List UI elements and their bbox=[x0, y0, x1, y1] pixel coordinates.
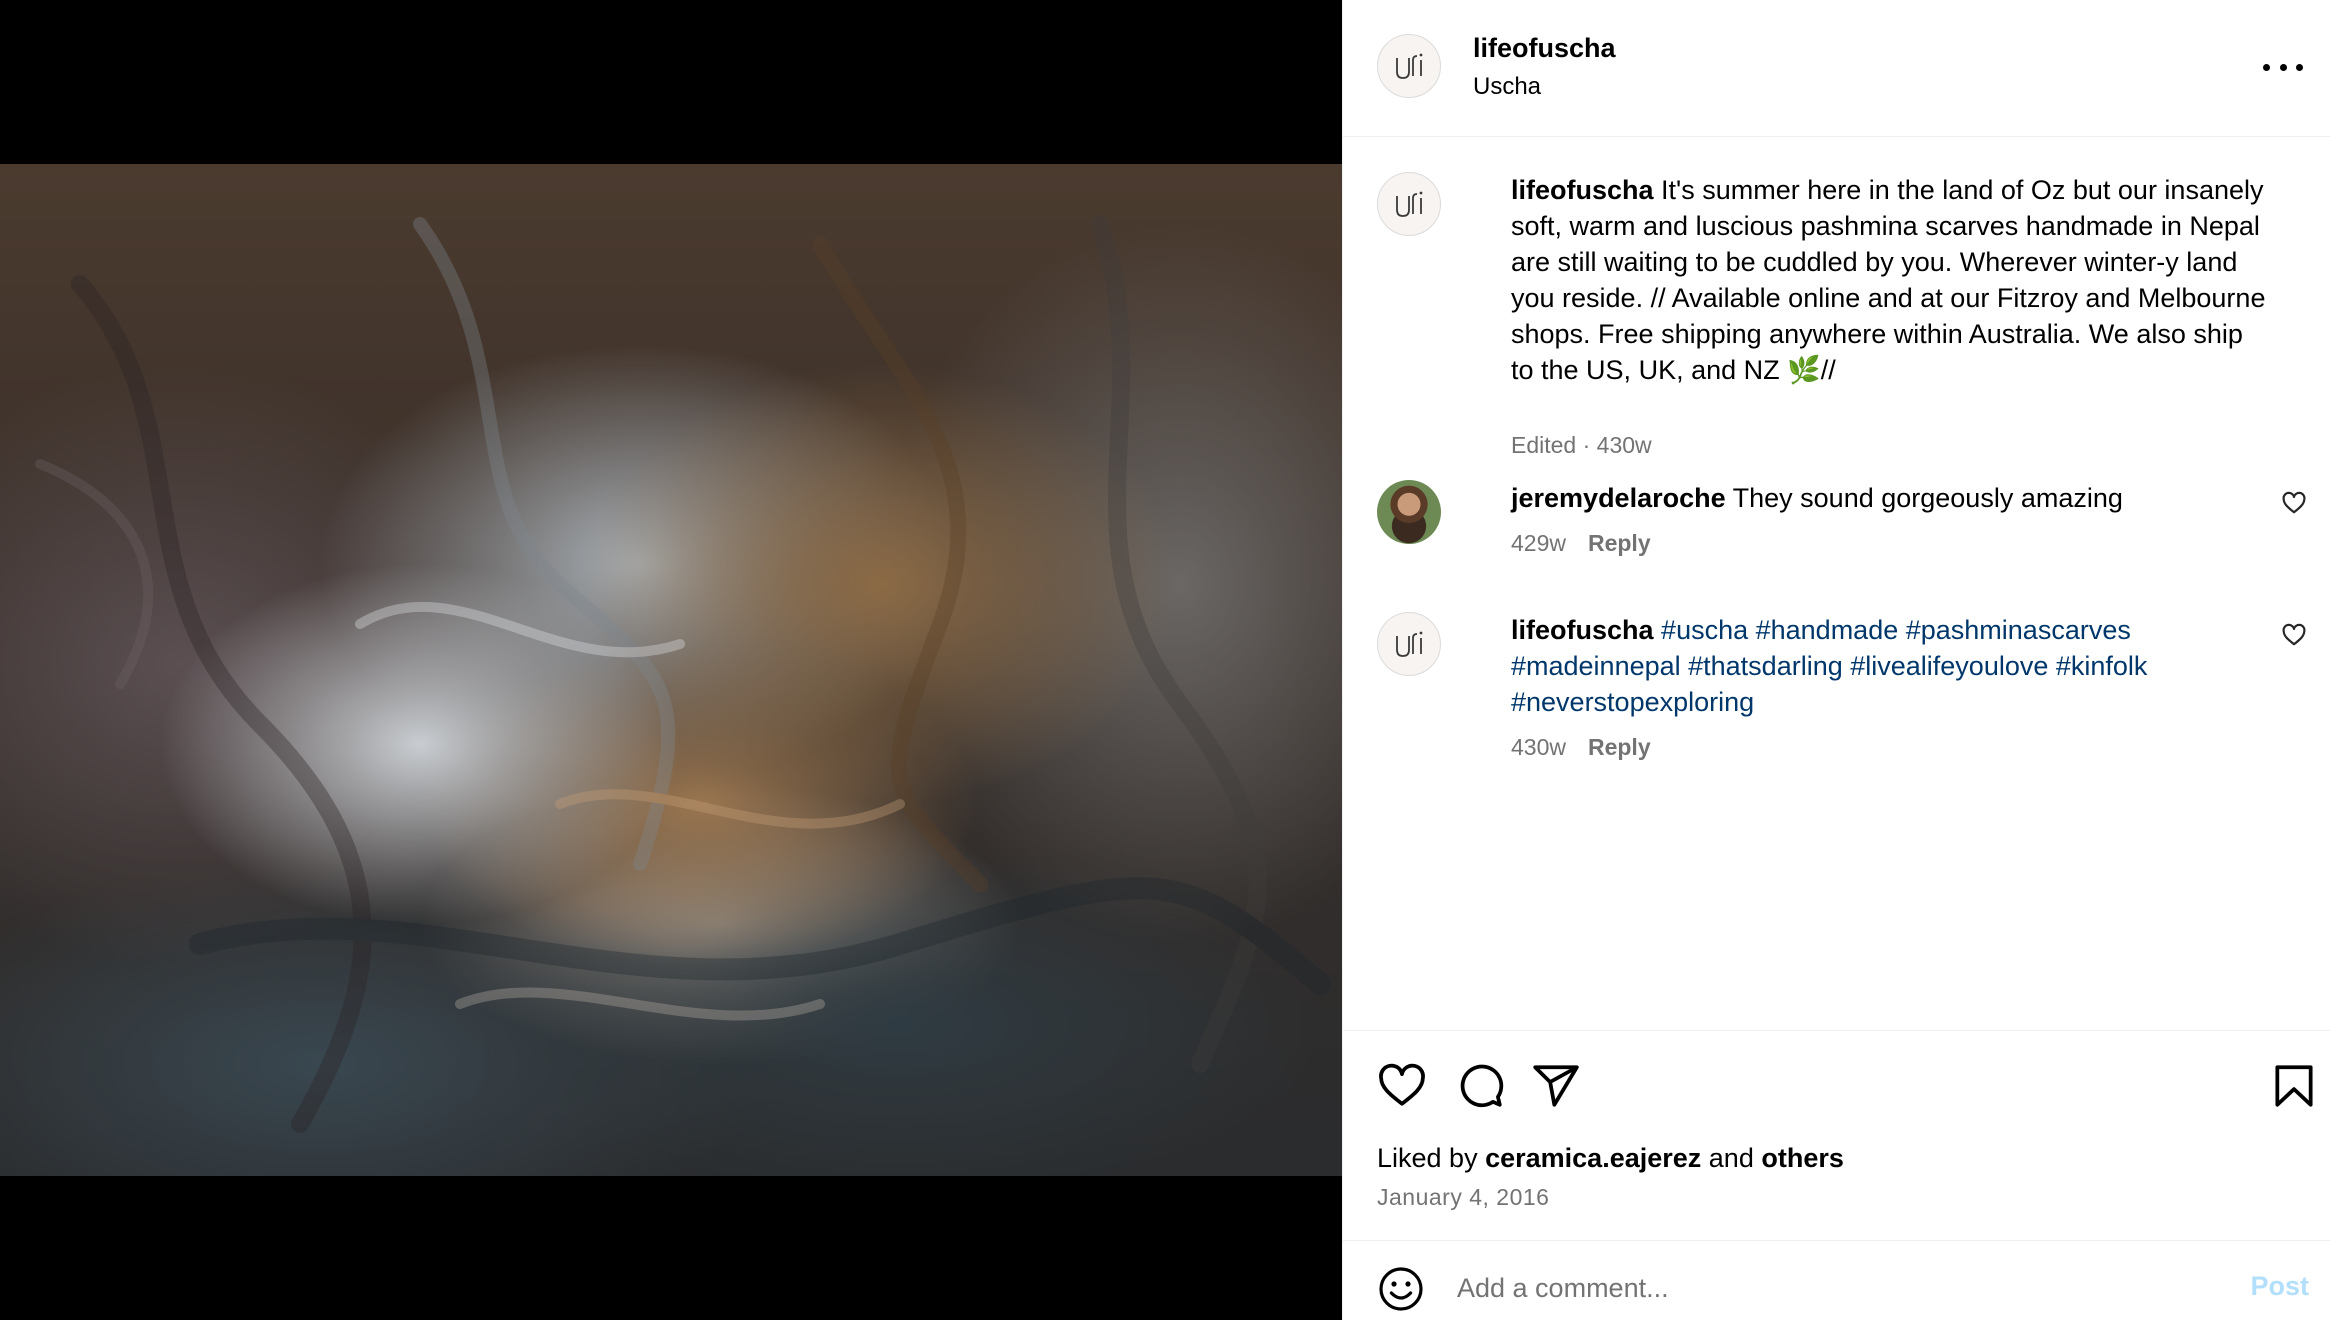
fabric-folds bbox=[35, 215, 1331, 1133]
comment-text: jeremydelaroche They sound gorgeously am… bbox=[1511, 480, 2271, 516]
comment-like-icon[interactable] bbox=[2281, 622, 2307, 648]
liked-by-prefix: Liked by bbox=[1377, 1143, 1478, 1173]
reply-button[interactable]: Reply bbox=[1588, 734, 1651, 760]
post-side-panel: lifeofuscha Uscha lifeofuscha It's summe… bbox=[1342, 0, 2330, 1320]
comment-row: lifeofuscha #uscha #handmade #pashminasc… bbox=[1377, 612, 2307, 772]
caption-username[interactable]: lifeofuscha bbox=[1511, 175, 1654, 205]
comments-section: lifeofuscha It's summer here in the land… bbox=[1343, 138, 2330, 1030]
comment-body: They sound gorgeously amazing bbox=[1732, 483, 2123, 513]
commenter-avatar[interactable] bbox=[1377, 480, 1441, 544]
comment-meta: 430w Reply bbox=[1511, 734, 1651, 761]
caption-avatar[interactable] bbox=[1377, 172, 1441, 236]
comment-row: jeremydelaroche They sound gorgeously am… bbox=[1377, 480, 2307, 590]
share-icon[interactable] bbox=[1531, 1061, 1581, 1111]
post-media bbox=[0, 0, 1342, 1320]
comment-username[interactable]: jeremydelaroche bbox=[1511, 483, 1726, 513]
liked-and: and bbox=[1708, 1143, 1754, 1173]
post-header: lifeofuscha Uscha bbox=[1343, 0, 2330, 137]
post-photo[interactable] bbox=[0, 164, 1342, 1176]
more-options-icon[interactable] bbox=[2263, 52, 2303, 82]
save-icon[interactable] bbox=[2269, 1061, 2319, 1111]
comment-username[interactable]: lifeofuscha bbox=[1511, 615, 1654, 645]
like-icon[interactable] bbox=[1377, 1061, 1427, 1111]
likes-summary: Liked by ceramica.eajerez and others bbox=[1377, 1143, 1844, 1174]
comment-text: lifeofuscha #uscha #handmade #pashminasc… bbox=[1511, 612, 2271, 720]
caption-body: It's summer here in the land of Oz but o… bbox=[1511, 175, 2266, 385]
post-comment-button[interactable]: Post bbox=[2250, 1271, 2309, 1302]
uscha-logo-icon bbox=[1396, 191, 1423, 217]
add-comment-input[interactable] bbox=[1457, 1263, 2217, 1313]
comment-icon[interactable] bbox=[1455, 1061, 1505, 1111]
commenter-avatar[interactable] bbox=[1377, 612, 1441, 676]
emoji-icon[interactable] bbox=[1377, 1265, 1425, 1313]
caption-meta: Edited · 430w bbox=[1511, 432, 1652, 458]
author-username[interactable]: lifeofuscha bbox=[1473, 33, 1616, 64]
post-date[interactable]: January 4, 2016 bbox=[1377, 1184, 1549, 1211]
reply-button[interactable]: Reply bbox=[1588, 530, 1651, 556]
author-full-name: Uscha bbox=[1473, 73, 1542, 100]
comment-meta: 429w Reply bbox=[1511, 530, 1651, 557]
add-comment-bar: Post bbox=[1343, 1240, 2330, 1320]
caption-text: lifeofuscha It's summer here in the land… bbox=[1511, 172, 2271, 388]
liked-by-user[interactable]: ceramica.eajerez bbox=[1485, 1143, 1701, 1173]
author-avatar[interactable] bbox=[1377, 34, 1441, 98]
uscha-logo-icon bbox=[1396, 631, 1423, 657]
comment-like-icon[interactable] bbox=[2281, 490, 2307, 516]
liked-others[interactable]: others bbox=[1761, 1143, 1844, 1173]
comment-time[interactable]: 429w bbox=[1511, 530, 1566, 556]
post-actions: Liked by ceramica.eajerez and others Jan… bbox=[1343, 1030, 2330, 1240]
comment-time[interactable]: 430w bbox=[1511, 734, 1566, 760]
uscha-logo-icon bbox=[1396, 53, 1423, 79]
caption-row: lifeofuscha It's summer here in the land… bbox=[1377, 172, 2307, 472]
